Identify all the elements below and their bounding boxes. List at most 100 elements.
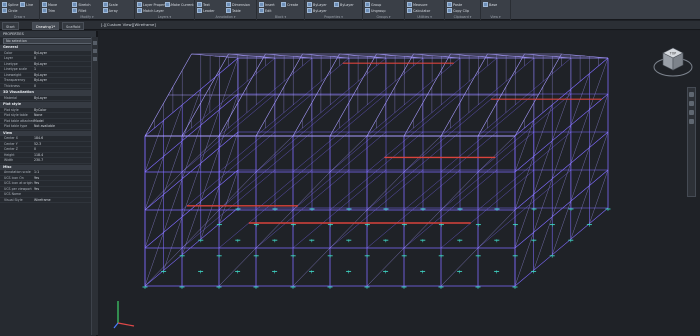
deck-transom xyxy=(366,131,461,211)
scaffold-wireframe xyxy=(142,53,611,289)
property-row[interactable]: Visual Style Wireframe xyxy=(0,198,91,203)
nav-orbit-icon[interactable] xyxy=(689,110,694,115)
file-tab-start[interactable]: Start xyxy=(2,22,19,30)
property-name: Linetype xyxy=(4,61,18,66)
property-row[interactable]: Plot table type Not available xyxy=(0,124,91,130)
ribbon-button-trim[interactable]: Trim xyxy=(42,7,55,15)
property-value[interactable]: 1:1 xyxy=(34,170,91,175)
property-name: UCS Name xyxy=(4,192,21,196)
palette-close-icon[interactable] xyxy=(93,41,97,45)
ribbon-group-label[interactable]: Utilities xyxy=(405,15,444,19)
viewcube-face-label: TOP xyxy=(669,52,676,56)
side-ledger xyxy=(514,207,609,287)
match-layer-icon xyxy=(137,8,142,13)
model-viewport[interactable]: TOP xyxy=(100,31,700,336)
property-row[interactable]: Width 230.7 xyxy=(0,158,91,164)
property-name: Plot table type xyxy=(4,124,28,128)
deck-transom xyxy=(255,131,350,211)
ribbon-button-bylayer[interactable]: ByLayer xyxy=(334,1,354,9)
ribbon-button-create[interactable]: Create xyxy=(281,1,298,9)
ribbon-group-label[interactable]: Clipboard xyxy=(445,15,480,19)
property-value[interactable]: ByLayer xyxy=(34,78,91,83)
trim-icon xyxy=(42,8,47,13)
viewcube-icon[interactable]: TOP xyxy=(651,37,695,83)
property-value[interactable]: ByLayer xyxy=(34,73,91,78)
ungroup-icon xyxy=(365,8,370,13)
property-value[interactable]: 0 xyxy=(34,56,91,61)
front-brace xyxy=(440,247,479,287)
property-value[interactable]: 52.3 xyxy=(34,142,91,147)
ribbon-group-label[interactable]: Properties xyxy=(305,15,362,19)
ribbon-group-label[interactable]: Annotation xyxy=(195,15,256,19)
property-value[interactable]: ByColor xyxy=(34,108,91,113)
viewport-controls-label[interactable]: [-][Custom View][Wireframe] xyxy=(101,22,156,27)
palette-settings-icon[interactable] xyxy=(93,57,97,61)
deck-transom xyxy=(477,57,572,137)
property-value[interactable]: ByLayer xyxy=(34,96,91,101)
property-value[interactable]: Yes xyxy=(34,181,91,186)
navigation-bar xyxy=(687,87,696,197)
property-value[interactable]: 1 xyxy=(34,67,91,72)
ribbon-button-circle[interactable]: Circle xyxy=(2,7,18,15)
deck-transom xyxy=(440,169,535,249)
ribbon-button-label: Match Layer xyxy=(143,9,164,13)
ribbon-button-line[interactable]: Line xyxy=(20,1,33,9)
property-value[interactable]: 118.4 xyxy=(34,153,91,158)
property-value[interactable]: ByLayer xyxy=(34,62,91,67)
property-name: Color xyxy=(4,50,13,55)
ribbon-button-ungroup[interactable]: Ungroup xyxy=(365,7,385,15)
ribbon-button-base[interactable]: Base xyxy=(483,1,497,9)
ribbon-group-label[interactable]: Groups xyxy=(363,15,404,19)
ribbon-group-label[interactable]: Block xyxy=(257,15,304,19)
property-value[interactable]: Yes xyxy=(34,176,91,181)
ribbon-button-match-layer[interactable]: Match Layer xyxy=(137,7,164,15)
make-current-icon xyxy=(165,2,170,7)
file-tab-drawing1[interactable]: Drawing1* xyxy=(32,22,60,30)
ribbon-group-label[interactable]: View xyxy=(481,15,510,19)
nav-showmotion-icon[interactable] xyxy=(689,119,694,124)
property-value[interactable]: 0 xyxy=(34,84,91,89)
property-row[interactable]: Material ByLayer xyxy=(0,96,91,101)
deck-transom xyxy=(329,93,424,173)
property-row[interactable]: Thickness 0 xyxy=(0,84,91,89)
selection-dropdown[interactable]: No selection xyxy=(3,38,93,44)
nav-zoom-icon[interactable] xyxy=(689,101,694,106)
property-value[interactable]: 184.6 xyxy=(34,136,91,141)
property-value[interactable]: Yes xyxy=(34,187,91,192)
ribbon-group-annotation: Text Dimension Leader Table Annotation xyxy=(195,0,257,20)
ribbon-button-label: ByLayer xyxy=(313,9,327,13)
ribbon-button-bylayer[interactable]: ByLayer xyxy=(307,7,327,15)
front-brace xyxy=(366,171,405,211)
ribbon-button-array[interactable]: Array xyxy=(102,7,118,15)
deck-transom xyxy=(477,169,572,249)
ribbon-group-label[interactable]: Layers xyxy=(135,15,194,19)
property-value[interactable]: 0 xyxy=(34,147,91,152)
property-value[interactable]: Not available xyxy=(34,124,91,129)
ribbon-button-edit[interactable]: Edit xyxy=(259,7,272,15)
ribbon-button-table[interactable]: Table xyxy=(226,7,241,15)
property-value[interactable]: ByLayer xyxy=(34,51,91,56)
front-brace xyxy=(181,135,220,173)
file-tab-scaffold[interactable]: Scaffold xyxy=(62,22,85,30)
ribbon-button-leader[interactable]: Leader xyxy=(197,7,215,15)
front-brace xyxy=(255,209,294,249)
property-value[interactable]: None xyxy=(34,113,91,118)
ribbon-group-label[interactable]: Draw xyxy=(0,15,39,19)
ribbon-button-label: Table xyxy=(232,9,241,13)
deck-transom xyxy=(477,131,572,211)
ribbon-button-calculator[interactable]: Calculator xyxy=(407,7,430,15)
ribbon-button-fillet[interactable]: Fillet xyxy=(72,7,86,15)
deck-transom xyxy=(403,57,498,137)
ribbon-group-label[interactable]: Modify xyxy=(40,15,134,19)
nav-pan-icon[interactable] xyxy=(689,92,694,97)
ribbon-button-make-current[interactable]: Make Current xyxy=(165,1,194,9)
ribbon-button-copy-clip[interactable]: Copy Clip xyxy=(447,7,469,15)
property-value[interactable]: 230.7 xyxy=(34,158,91,163)
palette-autohide-icon[interactable] xyxy=(93,49,97,53)
property-value[interactable]: Model xyxy=(34,119,91,124)
deck-transom xyxy=(292,169,387,249)
properties-palette: PROPERTIES No selection General Color ByLa… xyxy=(0,31,98,336)
palette-title: PROPERTIES xyxy=(0,31,96,37)
property-value[interactable] xyxy=(34,192,91,197)
property-value[interactable]: Wireframe xyxy=(34,198,91,203)
